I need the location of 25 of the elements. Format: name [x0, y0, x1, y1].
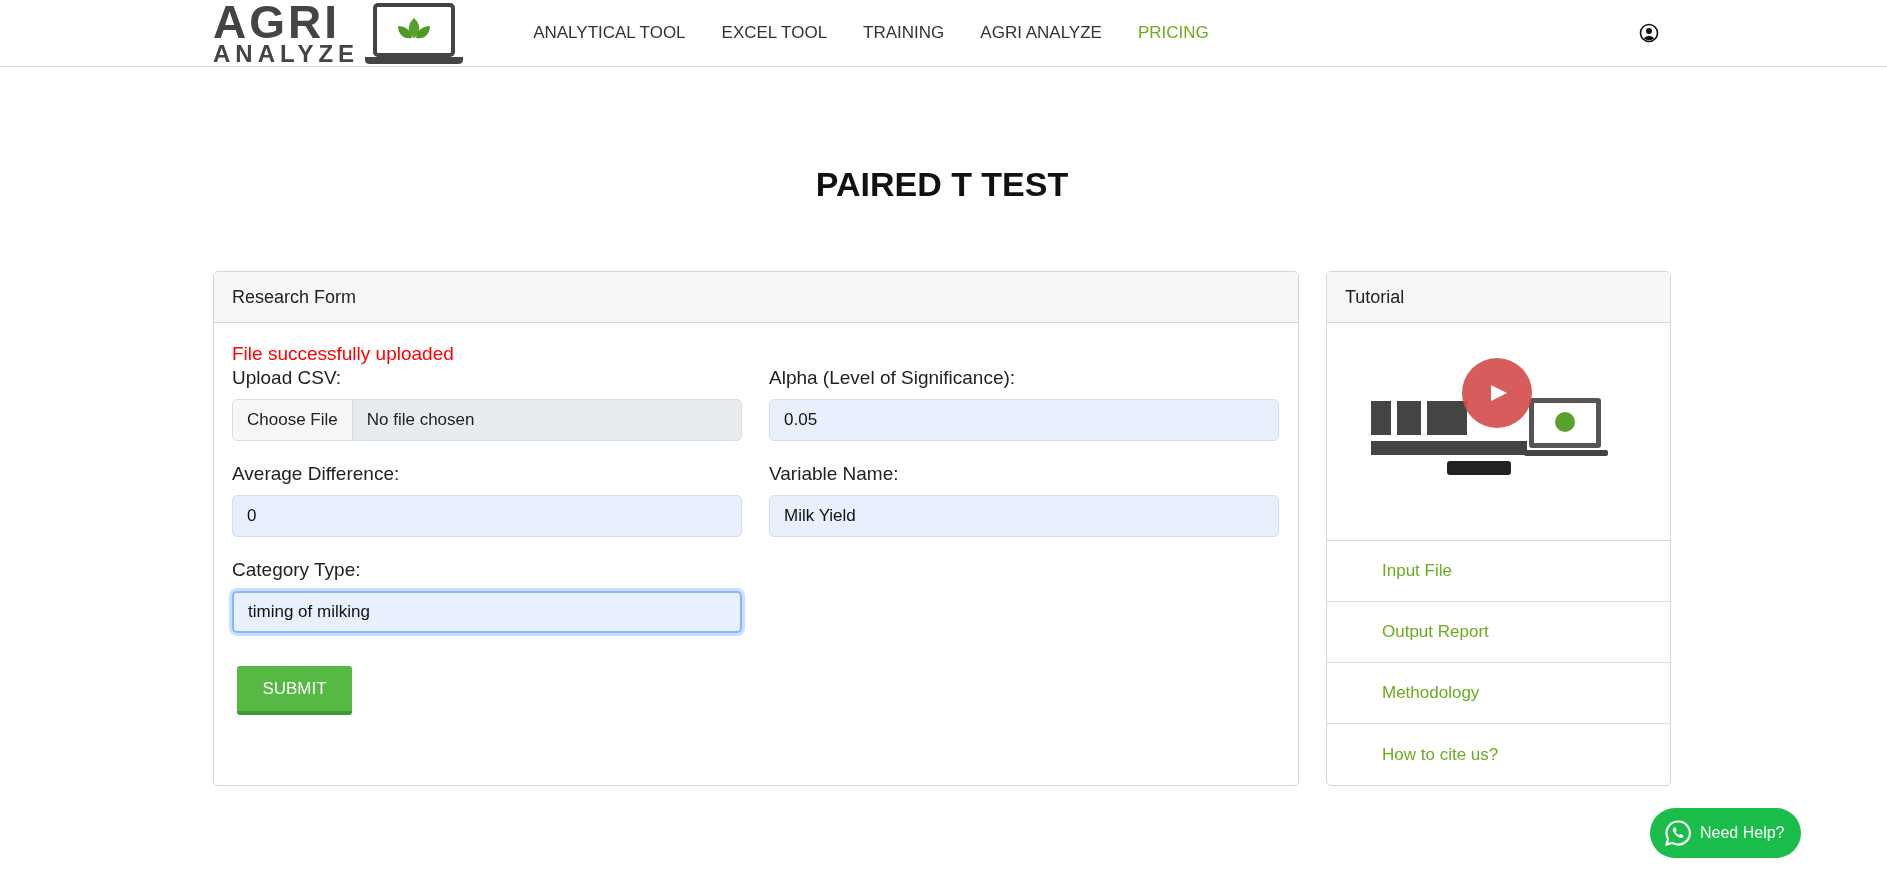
input-field[interactable]: Milk Yield: [769, 495, 1279, 537]
nav-link[interactable]: EXCEL TOOL: [721, 23, 828, 43]
field-label: Alpha (Level of Significance):: [769, 367, 1017, 389]
card-title: Research Form: [232, 286, 357, 308]
chat-phone-icon: [1664, 819, 1692, 847]
success-message: File successfully uploaded: [232, 343, 455, 366]
page-title: PAIRED T TEST: [815, 164, 1069, 204]
nav-link[interactable]: TRAINING: [863, 23, 945, 43]
field-label: Variable Name:: [769, 463, 900, 485]
field-label: Average Difference:: [232, 463, 401, 485]
field-label: Upload CSV:: [232, 367, 343, 389]
input-field[interactable]: 0.05: [769, 399, 1279, 441]
nav-link[interactable]: ANALYTICAL TOOL: [533, 23, 686, 43]
input-field[interactable]: timing of milking: [232, 591, 742, 633]
file-field[interactable]: Choose File No file chosen: [232, 399, 742, 441]
logo-text: ANALYZE: [213, 42, 360, 66]
logo-text: AGRI: [213, 2, 340, 42]
laptop-leaf-icon: [365, 2, 464, 66]
file-status-text: No file chosen: [365, 410, 475, 430]
input-field[interactable]: 0: [232, 495, 742, 537]
choose-file-button[interactable]: Choose File: [233, 400, 353, 440]
user-icon[interactable]: [1639, 23, 1659, 43]
nav-link[interactable]: AGRI ANALYZE: [980, 23, 1102, 43]
field-label: Category Type:: [232, 559, 362, 581]
card-title: Tutorial: [1345, 286, 1405, 308]
